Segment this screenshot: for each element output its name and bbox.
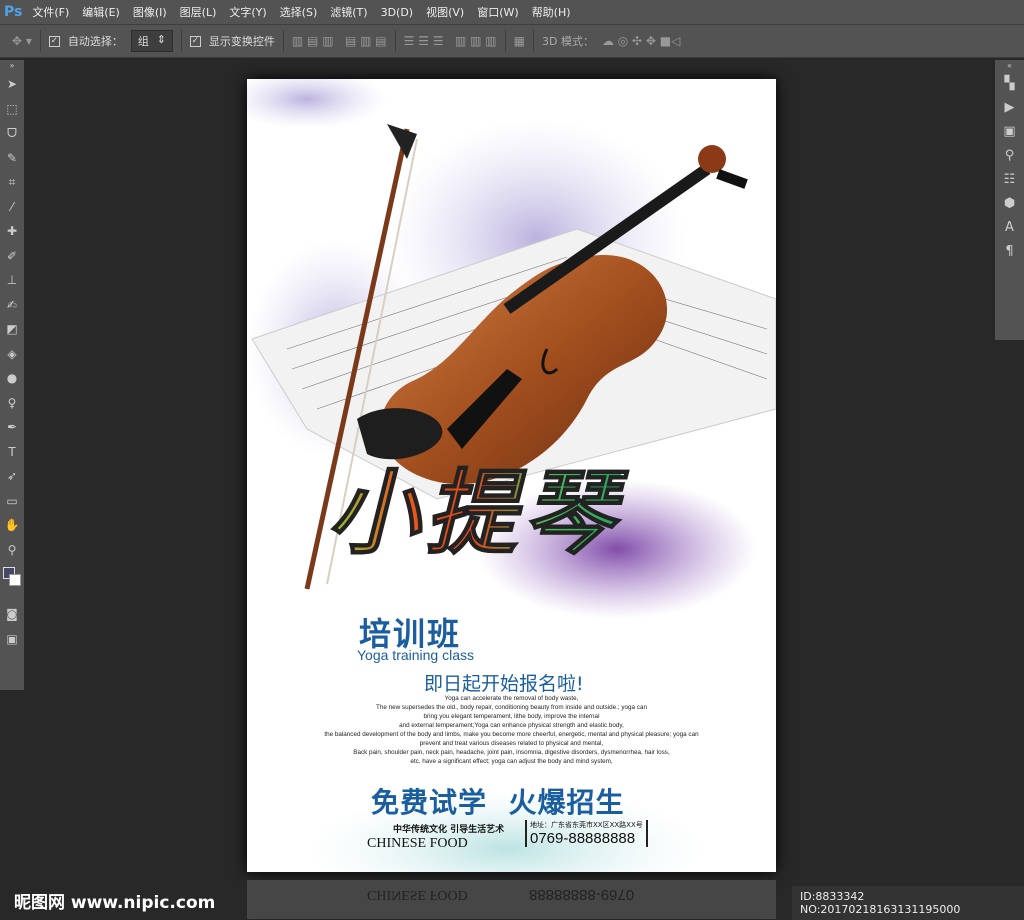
menu-help[interactable]: 帮助(H) bbox=[532, 4, 571, 20]
options-bar: ✥ ▾ ✓ 自动选择： 组 ⇕ ✓ 显示变换控件 ▥ ▤ ▥ ▤ ▥ ▤ ☰ ☰ … bbox=[0, 24, 1024, 58]
menu-filter[interactable]: 滤镜(T) bbox=[330, 4, 367, 20]
divider bbox=[180, 30, 182, 52]
menu-window[interactable]: 窗口(W) bbox=[477, 4, 518, 20]
auto-select-checkbox[interactable]: ✓ bbox=[48, 35, 60, 47]
menu-layer[interactable]: 图层(L) bbox=[180, 4, 217, 20]
body-line: etc. have a significant effect; yoga can… bbox=[410, 758, 613, 765]
auto-select-label: 自动选择： bbox=[67, 35, 123, 48]
eraser-tool-icon[interactable]: ◩ bbox=[0, 317, 24, 342]
menu-bar: Ps 文件(F) 编辑(E) 图像(I) 图层(L) 文字(Y) 选择(S) 滤… bbox=[0, 0, 1024, 24]
quick-select-tool-icon[interactable]: ✎ bbox=[0, 146, 24, 171]
blur-tool-icon[interactable]: ● bbox=[0, 366, 24, 391]
poster-canvas[interactable]: 小提琴 培训班 Yoga training class 即日起开始报名啦! Yo… bbox=[247, 79, 776, 872]
healing-tool-icon[interactable]: ✚ bbox=[0, 219, 24, 244]
menu-edit[interactable]: 编辑(E) bbox=[82, 4, 120, 20]
lasso-tool-icon[interactable]: ᗜ bbox=[0, 121, 24, 146]
path-select-icon[interactable]: ➶ bbox=[0, 464, 24, 489]
tools-panel: » ➤ ⬚ ᗜ ✎ ⌗ ⁄ ✚ ✐ ⊥ ✍ ◩ ◈ ● ♀ ✒ T ➶ ▭ ✋ … bbox=[0, 60, 24, 690]
poster-reflection: CHINESE FOOD 0769-88888888 bbox=[247, 880, 776, 919]
poster-slogan: 免费试学 火爆招生 bbox=[371, 786, 625, 819]
paragraph-panel-icon[interactable]: ¶ bbox=[995, 240, 1024, 264]
address: 地址：广东省东莞市XX区XX路XX号 bbox=[530, 821, 643, 829]
show-transform-checkbox[interactable]: ✓ bbox=[189, 35, 201, 47]
hand-tool-icon[interactable]: ✋ bbox=[0, 513, 24, 538]
properties-panel-icon[interactable]: ▣ bbox=[995, 120, 1024, 144]
poster-enroll: 即日起开始报名啦! bbox=[424, 673, 584, 695]
body-line: Back pain, shoulder pain, neck pain, hea… bbox=[353, 749, 670, 756]
auto-select-value: 组 bbox=[137, 35, 149, 48]
show-transform-label: 显示变换控件 bbox=[208, 35, 275, 48]
menu-file[interactable]: 文件(F) bbox=[32, 4, 69, 20]
body-line: Yoga can accelerate the removal of body … bbox=[444, 695, 579, 702]
poster-body-text: Yoga can accelerate the removal of body … bbox=[247, 694, 776, 766]
adjustments-panel-icon[interactable]: ☷ bbox=[995, 168, 1024, 192]
menu-image[interactable]: 图像(I) bbox=[133, 4, 167, 20]
reflection-phone: 0769-88888888 bbox=[529, 886, 635, 903]
brush-tool-icon[interactable]: ✐ bbox=[0, 244, 24, 269]
history-panel-icon[interactable]: ▚ bbox=[995, 72, 1024, 96]
collapse-icon[interactable]: » bbox=[0, 60, 24, 72]
brand-cn: 中华传统文化 引导生活艺术 bbox=[393, 825, 505, 835]
poster-subtitle-en: Yoga training class bbox=[357, 647, 475, 663]
align-icons[interactable]: ▥ ▤ ▥ ▤ ▥ ▤ bbox=[292, 34, 387, 48]
divider bbox=[39, 30, 41, 52]
shape-tool-icon[interactable]: ▭ bbox=[0, 489, 24, 514]
body-line: The new supersedes the old., body repair… bbox=[376, 704, 647, 711]
color-swatches[interactable] bbox=[0, 562, 24, 602]
quick-mask-icon[interactable]: ◙ bbox=[0, 602, 24, 627]
move-tool-icon[interactable]: ➤ bbox=[0, 72, 24, 97]
divider bbox=[532, 30, 534, 52]
contact-box: 地址：广东省东莞市XX区XX路XX号 0769-88888888 bbox=[525, 820, 648, 847]
type-tool-icon[interactable]: T bbox=[0, 440, 24, 465]
divider bbox=[504, 30, 506, 52]
body-line: the balanced development of the body and… bbox=[324, 731, 699, 738]
brand-en: CHINESE FOOD bbox=[367, 836, 468, 851]
reflection-brand: CHINESE FOOD bbox=[367, 887, 468, 902]
poster-title: 小提琴 bbox=[326, 439, 621, 572]
screen-mode-icon[interactable]: ▣ bbox=[0, 627, 24, 652]
auto-align-icon[interactable]: ▦ bbox=[514, 34, 525, 48]
body-line: bring you elegant temperament, lithe bod… bbox=[423, 713, 600, 720]
history-brush-icon[interactable]: ✍ bbox=[0, 293, 24, 318]
watermark: 昵图网 www.nipic.com bbox=[14, 893, 216, 913]
divider bbox=[282, 30, 284, 52]
move-tool-icon[interactable]: ✥ ▾ bbox=[12, 34, 32, 48]
brush-panel-icon[interactable]: ⚲ bbox=[995, 144, 1024, 168]
actions-panel-icon[interactable]: ▶ bbox=[995, 96, 1024, 120]
collapse-icon[interactable]: « bbox=[995, 60, 1024, 72]
pen-tool-icon[interactable]: ✒ bbox=[0, 415, 24, 440]
3d-panel-icon[interactable]: ⬢ bbox=[995, 192, 1024, 216]
dodge-tool-icon[interactable]: ♀ bbox=[0, 391, 24, 416]
character-panel-icon[interactable]: A bbox=[995, 216, 1024, 240]
menu-view[interactable]: 视图(V) bbox=[426, 4, 464, 20]
menu-select[interactable]: 选择(S) bbox=[280, 4, 318, 20]
3d-mode-icons[interactable]: ☁ ◎ ✣ ✥ ■◁ bbox=[602, 34, 680, 48]
stamp-tool-icon[interactable]: ⊥ bbox=[0, 268, 24, 293]
marquee-tool-icon[interactable]: ⬚ bbox=[0, 97, 24, 122]
menu-type[interactable]: 文字(Y) bbox=[229, 4, 266, 20]
zoom-tool-icon[interactable]: ⚲ bbox=[0, 538, 24, 563]
body-line: and external temperament;Yoga can enhanc… bbox=[399, 722, 624, 729]
eyedropper-tool-icon[interactable]: ⁄ bbox=[0, 195, 24, 220]
paint-bucket-icon[interactable]: ◈ bbox=[0, 342, 24, 367]
auto-select-dropdown[interactable]: 组 ⇕ bbox=[130, 30, 173, 52]
phone: 0769-88888888 bbox=[530, 830, 636, 847]
crop-tool-icon[interactable]: ⌗ bbox=[0, 170, 24, 195]
3d-mode-label: 3D 模式： bbox=[541, 35, 594, 48]
body-line: prevent and treat various diseases relat… bbox=[419, 740, 604, 747]
divider bbox=[394, 30, 396, 52]
image-id: ID:8833342 NO:20170218163131195000 bbox=[792, 886, 1024, 920]
panel-dock: « ▚ ▶ ▣ ⚲ ☷ ⬢ A ¶ bbox=[995, 60, 1024, 340]
photoshop-logo: Ps bbox=[4, 4, 23, 20]
menu-3d[interactable]: 3D(D) bbox=[381, 6, 414, 19]
distribute-icons[interactable]: ☰ ☰ ☰ ▥ ▥ ▥ bbox=[404, 34, 497, 48]
